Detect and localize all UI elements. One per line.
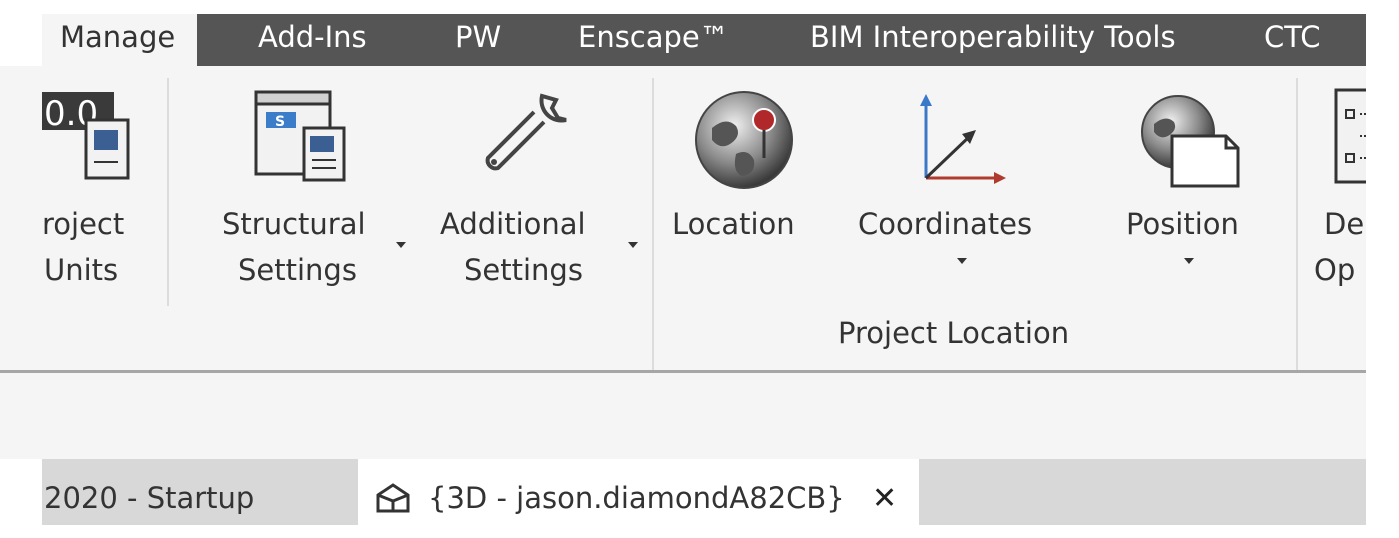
project-units-label-2: Units <box>44 253 119 287</box>
position-button[interactable]: Position <box>1112 66 1272 306</box>
tab-bim-interoperability-tools[interactable]: BIM Interoperability Tools <box>810 14 1176 66</box>
panel-separator <box>167 78 169 306</box>
doc-tab-3d-view[interactable]: {3D - jason.diamondA82CB} ✕ <box>358 459 920 525</box>
wrench-icon <box>485 93 567 171</box>
structural-settings-button[interactable]: S Structural Settings <box>210 66 410 306</box>
position-dropdown-caret <box>1184 258 1194 264</box>
options-bar-area <box>0 373 1366 459</box>
additional-settings-label-1: Additional <box>440 207 586 241</box>
design-options-label-1: De <box>1324 207 1365 241</box>
tabbar-left-edge <box>0 14 42 66</box>
additional-settings-button[interactable]: Additional Settings <box>436 66 646 306</box>
tab-enscape[interactable]: Enscape™ <box>578 14 729 66</box>
coordinates-axes-icon <box>920 94 1006 184</box>
ribbon-panel-area: 0.0 roject Units S Structural Settings A… <box>0 66 1374 372</box>
structural-settings-label-1: Structural <box>222 207 366 241</box>
coordinates-dropdown-caret <box>957 258 967 264</box>
additional-settings-dropdown-caret <box>628 242 638 248</box>
location-button[interactable]: Location <box>664 66 828 306</box>
tab-manage[interactable]: Manage <box>42 14 198 66</box>
structural-settings-dropdown-caret <box>396 242 406 248</box>
panel-separator <box>1296 78 1298 372</box>
panel-title-project-location: Project Location <box>838 316 1070 350</box>
coordinates-button[interactable]: Coordinates <box>850 66 1072 306</box>
coordinates-label: Coordinates <box>858 207 1033 241</box>
design-options-button[interactable]: De Op <box>1310 66 1374 306</box>
document-tab-bar: 2020 - Startup {3D - jason.diamondA82CB}… <box>0 459 1366 525</box>
doc-tab-startup[interactable]: 2020 - Startup <box>44 459 254 525</box>
window-right-edge <box>1366 0 1399 525</box>
3d-view-house-icon <box>376 483 410 513</box>
tab-pw[interactable]: PW <box>455 14 501 66</box>
structural-settings-icon: S <box>254 90 346 182</box>
close-icon[interactable]: ✕ <box>872 460 897 538</box>
panel-separator <box>652 78 654 372</box>
tab-ctc[interactable]: CTC <box>1264 14 1321 66</box>
project-units-button[interactable]: 0.0 roject Units <box>0 66 160 306</box>
globe-pin-icon <box>695 91 793 189</box>
structural-settings-label-2: Settings <box>238 253 357 287</box>
ribbon-tab-bar: Manage Add-Ins PW Enscape™ BIM Interoper… <box>0 14 1366 66</box>
design-options-label-2: Op <box>1314 253 1356 287</box>
globe-document-icon <box>1141 95 1240 188</box>
doc-tab-3d-view-label: {3D - jason.diamondA82CB} <box>428 481 845 515</box>
position-label: Position <box>1126 207 1239 241</box>
additional-settings-label-2: Settings <box>464 253 583 287</box>
tab-add-ins[interactable]: Add-Ins <box>258 14 367 66</box>
structural-settings-icon-letter: S <box>275 114 285 130</box>
doc-tabs-left-edge <box>0 459 42 525</box>
project-units-label-1: roject <box>42 207 125 241</box>
location-label: Location <box>672 207 795 241</box>
project-units-icon: 0.0 <box>42 92 130 180</box>
